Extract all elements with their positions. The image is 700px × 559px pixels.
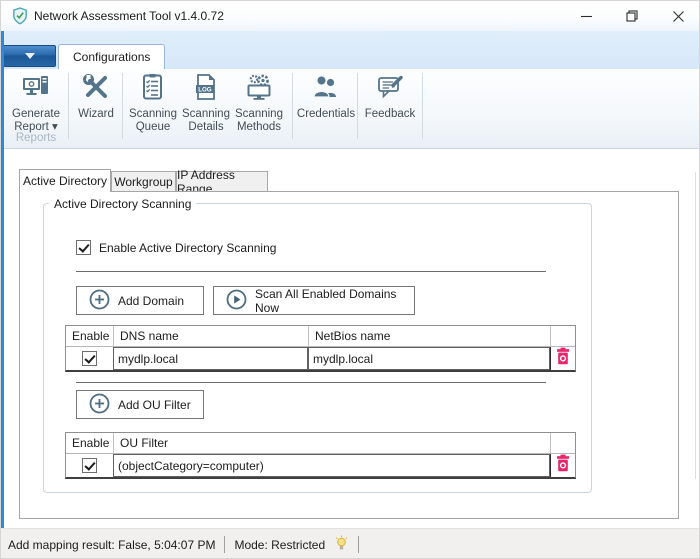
column-header-actions: [550, 326, 575, 347]
scanning-queue-icon: [139, 73, 167, 106]
ribbon-toolbar: Generate Report ▾ Wizard: [1, 69, 700, 149]
shield-check-app-icon: [12, 7, 28, 30]
status-divider: [358, 536, 359, 553]
add-ou-filter-label: Add OU Filter: [118, 398, 191, 412]
ribbon-divider: [68, 73, 69, 139]
ribbon-tab-strip: Configurations: [1, 31, 700, 69]
column-header-dns-name: DNS name: [113, 326, 308, 347]
domain-enable-checkbox[interactable]: [82, 351, 97, 366]
domains-table: Enable DNS name NetBios name: [65, 325, 576, 372]
app-window: Network Assessment Tool v1.4.0.72 Config…: [0, 0, 700, 559]
lightbulb-icon: [334, 535, 349, 554]
ribbon-divider: [357, 73, 358, 139]
feedback-label: Feedback: [365, 108, 416, 121]
groupbox-title: Active Directory Scanning: [49, 197, 196, 211]
column-header-enable: Enable: [66, 326, 113, 347]
table-row: [308, 347, 550, 370]
credentials-button[interactable]: Credentials: [295, 73, 357, 135]
trash-icon: [555, 454, 571, 477]
panel-edge-line: [695, 172, 696, 479]
enable-ad-scanning-checkbox[interactable]: [76, 240, 91, 255]
ou-filter-enable-checkbox[interactable]: [82, 458, 97, 473]
tab-ip-address-range[interactable]: IP Address Range: [176, 171, 268, 192]
add-plus-circle-icon: [89, 393, 110, 417]
scanning-queue-label: Scanning Queue: [129, 108, 177, 134]
wizard-button[interactable]: Wizard: [71, 73, 121, 135]
table-row: [66, 454, 113, 477]
scanning-details-log-icon: LOG: [192, 73, 220, 106]
scanning-methods-label: Scanning Methods: [235, 108, 283, 134]
dns-name-input[interactable]: [113, 347, 308, 370]
table-row: [113, 347, 308, 370]
dropdown-arrow-icon: [25, 53, 35, 59]
generate-report-label: Generate Report ▾: [12, 108, 60, 134]
generate-report-button[interactable]: Generate Report ▾: [7, 73, 65, 135]
scan-all-label: Scan All Enabled Domains Now: [255, 287, 402, 315]
tab-active-directory[interactable]: Active Directory: [19, 169, 111, 192]
credentials-users-icon: [312, 73, 340, 106]
application-menu-button[interactable]: [3, 45, 56, 67]
ou-filter-table: Enable OU Filter: [65, 432, 576, 479]
column-header-netbios-name: NetBios name: [308, 326, 550, 347]
feedback-pencil-icon: [376, 73, 404, 106]
ou-filter-input[interactable]: [113, 454, 550, 477]
table-row: [66, 347, 113, 370]
wizard-tools-icon: [82, 73, 110, 106]
window-accent-stripe: [1, 31, 4, 559]
separator: [76, 271, 546, 272]
enable-ad-scanning-label: Enable Active Directory Scanning: [99, 241, 276, 255]
scanning-methods-button[interactable]: Scanning Methods: [230, 73, 288, 135]
column-header-enable: Enable: [66, 433, 113, 454]
status-mapping-result: Add mapping result: False, 5:04:07 PM: [8, 538, 215, 552]
column-header-ou-filter: OU Filter: [113, 433, 550, 454]
window-title: Network Assessment Tool v1.4.0.72: [34, 9, 224, 23]
ribbon-divider: [292, 73, 293, 139]
add-ou-filter-button[interactable]: Add OU Filter: [76, 390, 204, 419]
minimize-button[interactable]: [563, 1, 609, 31]
add-domain-button[interactable]: Add Domain: [76, 286, 204, 315]
column-header-actions: [550, 433, 575, 454]
delete-ou-filter-button[interactable]: [550, 454, 575, 477]
report-computer-icon: [22, 73, 50, 106]
restore-button[interactable]: [609, 1, 655, 31]
title-bar: Network Assessment Tool v1.4.0.72: [1, 1, 700, 31]
status-bar: Add mapping result: False, 5:04:07 PM Mo…: [1, 528, 700, 559]
add-plus-circle-icon: [89, 289, 110, 313]
ribbon-divider: [122, 73, 123, 139]
ribbon-divider: [422, 73, 423, 139]
wizard-label: Wizard: [78, 108, 114, 121]
status-mode: Mode: Restricted: [234, 538, 325, 552]
ribbon-tab-configurations[interactable]: Configurations: [58, 44, 165, 69]
svg-text:LOG: LOG: [198, 86, 212, 93]
add-domain-label: Add Domain: [118, 294, 184, 308]
trash-icon: [555, 347, 571, 370]
delete-domain-button[interactable]: [550, 347, 575, 370]
scanning-queue-button[interactable]: Scanning Queue: [125, 73, 181, 135]
ribbon-group-reports-label: Reports: [7, 132, 65, 144]
scan-all-enabled-domains-button[interactable]: Scan All Enabled Domains Now: [213, 286, 415, 315]
close-button[interactable]: [655, 1, 700, 31]
scanning-details-button[interactable]: LOG Scanning Details: [180, 73, 232, 135]
feedback-button[interactable]: Feedback: [360, 73, 420, 135]
tab-workgroup[interactable]: Workgroup: [111, 171, 176, 192]
status-divider: [224, 536, 225, 553]
scanning-methods-icon: [245, 73, 273, 106]
play-circle-icon: [226, 289, 247, 313]
netbios-name-input[interactable]: [308, 347, 550, 370]
table-row: [113, 454, 550, 477]
credentials-label: Credentials: [297, 108, 355, 121]
separator: [76, 382, 546, 383]
scanning-details-label: Scanning Details: [182, 108, 230, 134]
